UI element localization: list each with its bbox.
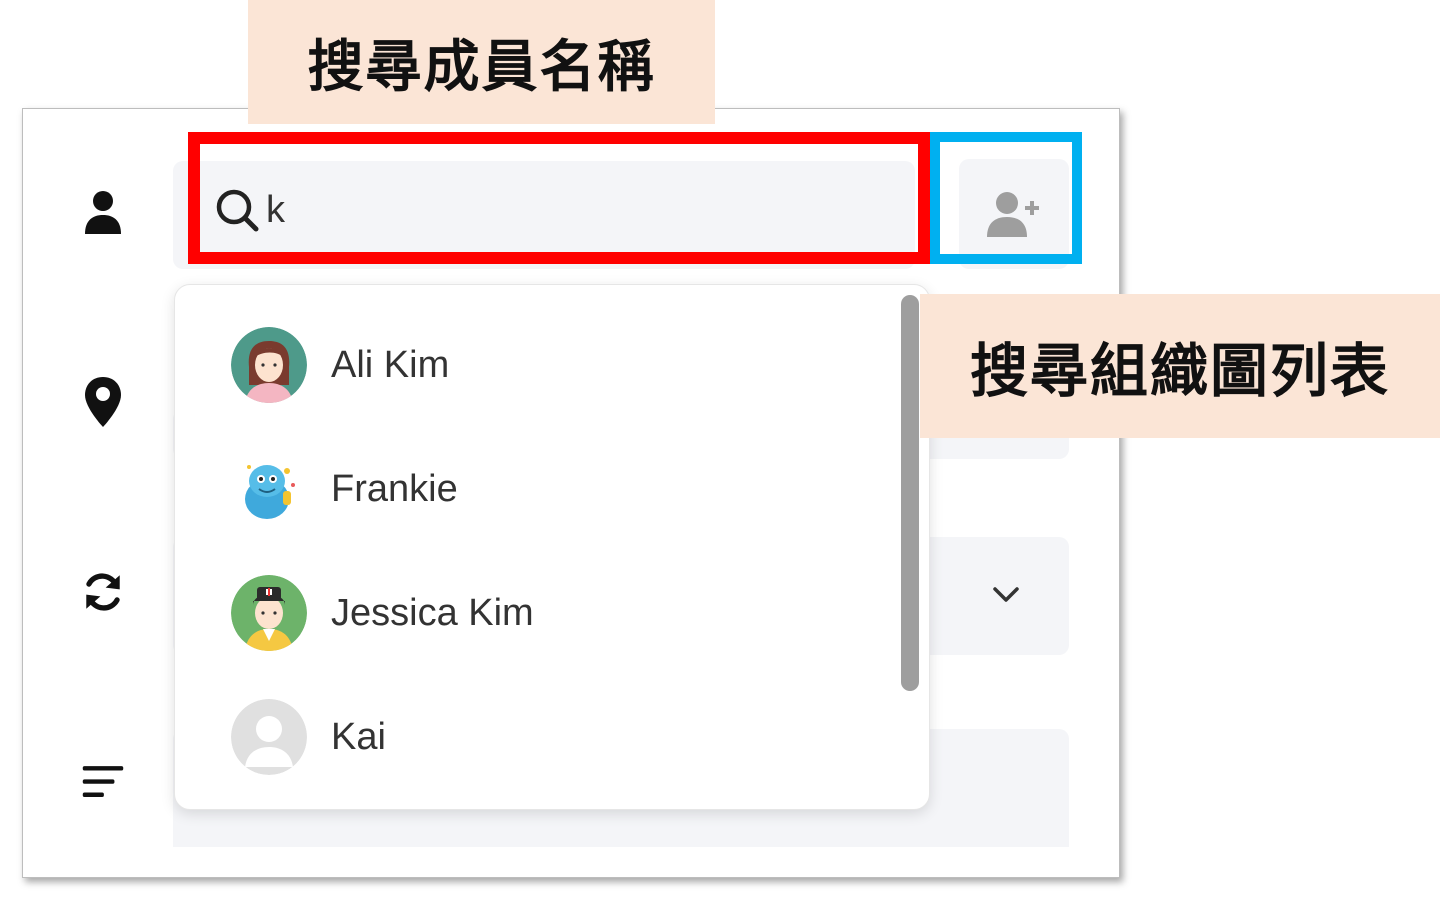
member-name: Ali Kim <box>331 343 450 386</box>
member-name: Kai <box>331 715 386 758</box>
location-pin-icon[interactable] <box>81 375 125 429</box>
list-item[interactable]: Jessica Kim <box>231 573 534 653</box>
search-results-dropdown: Ali Kim Frankie Jessica Kim Kai <box>174 284 930 810</box>
person-icon[interactable] <box>81 185 125 239</box>
member-name: Frankie <box>331 467 458 510</box>
list-item[interactable]: Ali Kim <box>231 325 449 405</box>
list-item[interactable]: Kai <box>231 697 386 777</box>
search-org-highlight <box>930 132 1082 264</box>
scrollbar[interactable] <box>901 295 919 691</box>
member-name: Jessica Kim <box>331 591 534 634</box>
doctor-avatar <box>231 575 307 651</box>
list-item[interactable]: Frankie <box>231 449 458 529</box>
sync-icon[interactable] <box>81 565 125 619</box>
search-org-callout: 搜尋組織圖列表 <box>920 294 1440 438</box>
woman-avatar <box>231 327 307 403</box>
search-member-highlight <box>188 132 930 264</box>
chevron-down-icon <box>989 577 1023 616</box>
blue-monster-avatar <box>231 451 307 527</box>
search-member-callout: 搜尋成員名稱 <box>248 0 715 124</box>
sort-icon[interactable] <box>81 755 125 809</box>
default-avatar <box>231 699 307 775</box>
